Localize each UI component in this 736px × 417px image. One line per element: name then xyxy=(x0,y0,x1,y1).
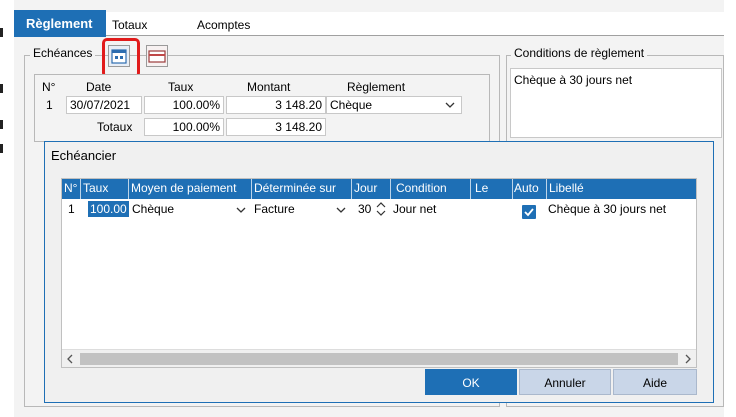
grid-col-num[interactable]: N° xyxy=(64,181,77,195)
grid-col-moyen[interactable]: Moyen de paiement xyxy=(131,181,236,195)
chevron-down-icon[interactable] xyxy=(236,206,246,214)
highlight-box xyxy=(102,38,140,78)
grid-col-jour[interactable]: Jour xyxy=(354,181,377,195)
horizontal-scrollbar[interactable] xyxy=(62,349,696,367)
taux-field[interactable]: 100.00% xyxy=(144,96,224,114)
ok-button[interactable]: OK xyxy=(425,369,517,395)
grid-header: N° Taux Moyen de paiement Déterminée sur… xyxy=(62,179,696,199)
grid-row-num: 1 xyxy=(68,202,75,216)
conditions-value: Chèque à 30 jours net xyxy=(514,73,633,87)
grid-condition-value[interactable]: Jour net xyxy=(393,202,436,216)
grid-col-auto[interactable]: Auto xyxy=(514,181,539,195)
scroll-thumb[interactable] xyxy=(80,353,678,365)
cancel-button[interactable]: Annuler xyxy=(519,369,611,395)
tab-reglement[interactable]: Règlement xyxy=(14,10,106,37)
montant-field[interactable]: 3 148.20 xyxy=(226,96,326,114)
totals-montant: 3 148.20 xyxy=(226,118,326,136)
grid-jour-value[interactable]: 30 xyxy=(358,202,371,216)
grid-moyen-value[interactable]: Chèque xyxy=(132,202,174,216)
grid-col-determinee[interactable]: Déterminée sur xyxy=(254,181,336,195)
edge-marker xyxy=(0,144,3,153)
conditions-text[interactable]: Chèque à 30 jours net xyxy=(510,68,722,138)
reglement-value: Chèque xyxy=(330,98,373,112)
row-num: 1 xyxy=(46,98,53,112)
chevron-down-icon xyxy=(445,102,455,108)
totals-taux: 100.00% xyxy=(144,118,224,136)
tab-totaux[interactable]: Totaux xyxy=(112,18,147,32)
scroll-right-icon[interactable] xyxy=(684,354,692,364)
auto-checkbox[interactable] xyxy=(522,205,536,219)
col-reglement-header: Règlement xyxy=(347,80,406,94)
grid-taux-input[interactable]: 100.00 xyxy=(88,201,129,217)
col-num-header: N° xyxy=(42,80,56,94)
conditions-legend: Conditions de règlement xyxy=(511,46,648,60)
grid-col-le[interactable]: Le xyxy=(475,181,488,195)
edge-marker xyxy=(0,28,3,37)
grid-libelle-value[interactable]: Chèque à 30 jours net xyxy=(548,202,666,216)
grid-col-condition[interactable]: Condition xyxy=(396,181,447,195)
echeances-legend: Echéances xyxy=(30,46,96,60)
echeancier-grid: N° Taux Moyen de paiement Déterminée sur… xyxy=(61,178,697,368)
col-taux-header: Taux xyxy=(168,80,194,94)
totals-label: Totaux xyxy=(97,120,133,134)
col-date-header: Date xyxy=(86,80,112,94)
col-montant-header: Montant xyxy=(247,80,291,94)
help-button[interactable]: Aide xyxy=(613,369,697,395)
edge-marker xyxy=(0,84,3,93)
card-icon xyxy=(148,50,166,63)
grid-determinee-value[interactable]: Facture xyxy=(254,202,295,216)
dialog-title: Echéancier xyxy=(51,148,117,163)
grid-col-libelle[interactable]: Libellé xyxy=(549,181,584,195)
card-button[interactable] xyxy=(146,45,168,67)
chevron-down-icon[interactable] xyxy=(336,206,346,214)
reglement-select[interactable]: Chèque xyxy=(326,96,462,114)
tab-acomptes[interactable]: Acomptes xyxy=(197,18,250,32)
scroll-left-icon[interactable] xyxy=(66,354,74,364)
echeancier-dialog: Echéancier N° Taux Moyen de paiement Dét… xyxy=(44,141,714,403)
edge-marker xyxy=(0,120,3,129)
grid-col-taux[interactable]: Taux xyxy=(83,181,108,195)
date-field[interactable]: 30/07/2021 xyxy=(66,96,142,114)
spinner-icon[interactable] xyxy=(376,201,386,217)
check-icon xyxy=(524,208,534,217)
